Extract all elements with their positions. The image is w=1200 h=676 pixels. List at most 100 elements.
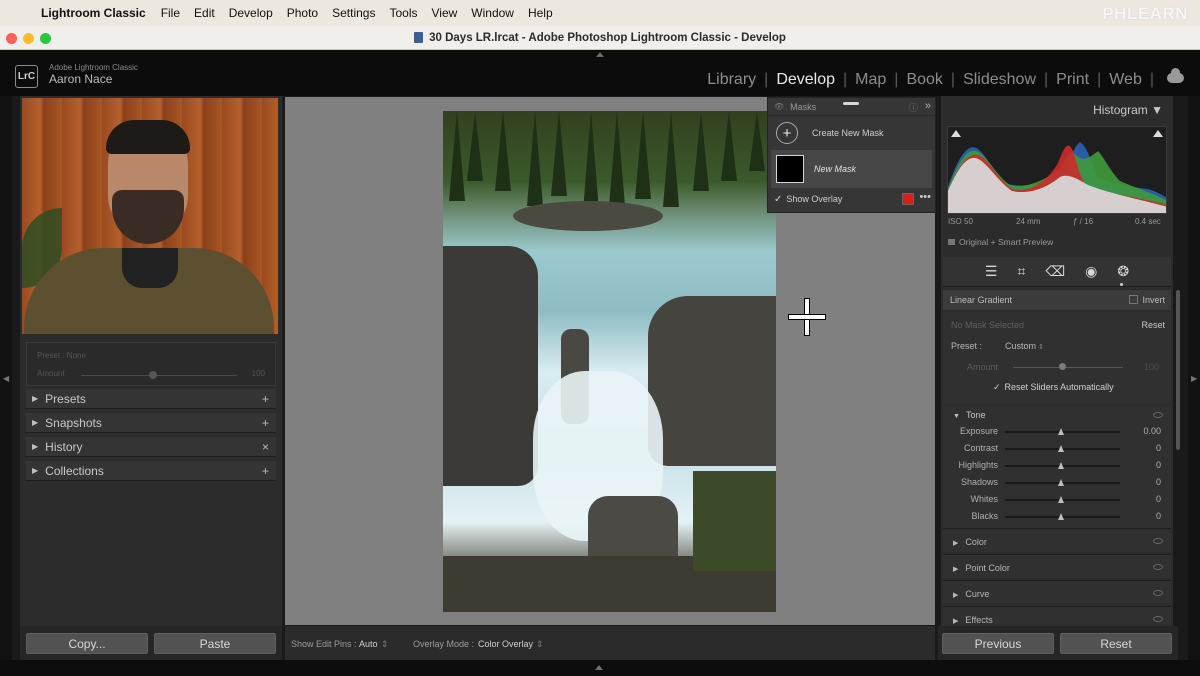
effects-section-header[interactable]: Effects (943, 606, 1171, 626)
menu-file[interactable]: File (161, 6, 180, 20)
collapse-triangle-icon[interactable]: ▼ (1151, 103, 1163, 117)
more-options-icon[interactable]: ••• (919, 191, 931, 203)
mask-reset-button[interactable]: Reset (1141, 320, 1165, 330)
right-panel-scrollbar[interactable] (1176, 290, 1180, 450)
slider-knob[interactable] (1058, 496, 1064, 503)
menu-tools[interactable]: Tools (389, 6, 417, 20)
slider-knob[interactable] (1058, 445, 1064, 452)
zoom-window-button[interactable] (40, 33, 51, 44)
slider-knob[interactable] (1058, 513, 1064, 520)
masking-icon[interactable]: ❂ (1117, 263, 1129, 280)
blacks-slider[interactable]: Blacks 0 (943, 508, 1171, 525)
menu-develop[interactable]: Develop (229, 6, 273, 20)
eye-icon[interactable] (1153, 538, 1163, 544)
reset-sliders-checkbox[interactable]: Reset Sliders Automatically (993, 382, 1114, 393)
mask-list-item[interactable]: New Mask (771, 150, 932, 188)
invert-checkbox[interactable]: Invert (1129, 295, 1165, 305)
eye-icon[interactable]: 👁 (774, 102, 784, 111)
whites-slider[interactable]: Whites 0 (943, 491, 1171, 508)
create-new-mask-row[interactable]: + Create New Mask (768, 116, 935, 150)
paste-settings-button[interactable]: Paste (154, 633, 276, 654)
module-book[interactable]: Book (898, 71, 950, 89)
collapse-double-chevron-icon[interactable]: » (925, 100, 931, 112)
module-library[interactable]: Library (699, 71, 764, 89)
tone-header[interactable]: Tone (953, 410, 986, 420)
show-overlay-checkbox[interactable]: ✓ (774, 194, 782, 205)
right-panel-toggle[interactable]: ▶ (1188, 96, 1200, 660)
crop-icon[interactable]: ⌗ (1017, 263, 1025, 280)
cloud-sync-icon[interactable] (1167, 68, 1184, 83)
eye-icon[interactable] (1153, 564, 1163, 570)
menu-photo[interactable]: Photo (287, 6, 318, 20)
filmstrip-toggle-bar[interactable] (0, 660, 1200, 676)
slider-value[interactable]: 0 (1156, 477, 1161, 487)
histogram-header[interactable]: Histogram ▼ (1093, 103, 1163, 117)
clear-history-button[interactable]: × (262, 440, 269, 454)
waterfall-photo[interactable] (443, 111, 776, 612)
panel-presets[interactable]: ▶ Presets + (26, 389, 276, 409)
smart-preview-status[interactable]: Original + Smart Preview (948, 237, 1053, 247)
add-collection-button[interactable]: + (262, 464, 269, 478)
menu-app-name[interactable]: Lightroom Classic (41, 6, 146, 20)
slider-value[interactable]: 0 (1156, 511, 1161, 521)
previous-button[interactable]: Previous (942, 633, 1054, 654)
mask-preset-select[interactable]: Custom (1005, 341, 1044, 351)
highlights-slider[interactable]: Highlights 0 (943, 457, 1171, 474)
panel-history[interactable]: ▶ History × (26, 437, 276, 457)
healing-eraser-icon[interactable]: ⌫ (1045, 263, 1065, 280)
window-title-bar: 30 Days LR.lrcat - Adobe Photoshop Light… (0, 26, 1200, 50)
show-top-panel-icon[interactable] (596, 52, 604, 57)
exposure-slider[interactable]: Exposure 0.00 (943, 423, 1171, 440)
module-develop[interactable]: Develop (768, 71, 843, 89)
slider-knob[interactable] (1058, 428, 1064, 435)
slider-knob[interactable] (1058, 479, 1064, 486)
mask-amount-slider[interactable] (1013, 367, 1123, 368)
eye-icon[interactable] (1153, 616, 1163, 622)
left-panel-toggle[interactable]: ◀ (0, 96, 12, 660)
close-window-button[interactable] (6, 33, 17, 44)
drag-handle-icon[interactable] (843, 102, 859, 105)
amount-slider-track[interactable] (81, 375, 237, 376)
slider-value[interactable]: 0 (1156, 443, 1161, 453)
help-icon[interactable]: ⓘ (909, 101, 918, 114)
slider-value[interactable]: 0.00 (1143, 426, 1161, 436)
contrast-slider[interactable]: Contrast 0 (943, 440, 1171, 457)
menu-view[interactable]: View (431, 6, 457, 20)
histogram[interactable] (947, 126, 1167, 214)
reset-button[interactable]: Reset (1060, 633, 1172, 654)
eye-icon[interactable] (1153, 590, 1163, 596)
point-color-section-header[interactable]: Point Color (943, 554, 1171, 578)
edit-pins-select[interactable]: Auto (359, 639, 378, 649)
add-preset-button[interactable]: + (262, 392, 269, 406)
slider-knob[interactable] (1058, 462, 1064, 469)
module-map[interactable]: Map (847, 71, 894, 89)
color-section-header[interactable]: Color (943, 528, 1171, 552)
add-mask-icon[interactable]: + (776, 122, 798, 144)
highlight-clipping-icon[interactable] (1153, 130, 1163, 137)
overlay-color-swatch[interactable] (902, 193, 914, 205)
edit-sliders-icon[interactable]: ☰ (985, 263, 998, 280)
mask-amount-knob[interactable] (1059, 363, 1066, 370)
menu-help[interactable]: Help (528, 6, 553, 20)
slider-value[interactable]: 0 (1156, 494, 1161, 504)
amount-slider-knob[interactable] (149, 371, 157, 379)
menu-window[interactable]: Window (471, 6, 514, 20)
menu-edit[interactable]: Edit (194, 6, 215, 20)
red-eye-icon[interactable]: ◉ (1085, 263, 1097, 280)
masks-panel-header[interactable]: 👁 Masks ⓘ » (768, 98, 935, 116)
module-slideshow[interactable]: Slideshow (955, 71, 1044, 89)
overlay-mode-select[interactable]: Color Overlay (478, 639, 533, 649)
menu-settings[interactable]: Settings (332, 6, 375, 20)
eye-icon[interactable] (1153, 412, 1163, 418)
shadow-clipping-icon[interactable] (951, 130, 961, 137)
add-snapshot-button[interactable]: + (262, 416, 269, 430)
curve-section-header[interactable]: Curve (943, 580, 1171, 604)
panel-snapshots[interactable]: ▶ Snapshots + (26, 413, 276, 433)
module-web[interactable]: Web (1101, 71, 1150, 89)
panel-collections[interactable]: ▶ Collections + (26, 461, 276, 481)
minimize-window-button[interactable] (23, 33, 34, 44)
slider-value[interactable]: 0 (1156, 460, 1161, 470)
module-print[interactable]: Print (1048, 71, 1097, 89)
copy-settings-button[interactable]: Copy... (26, 633, 148, 654)
shadows-slider[interactable]: Shadows 0 (943, 474, 1171, 491)
